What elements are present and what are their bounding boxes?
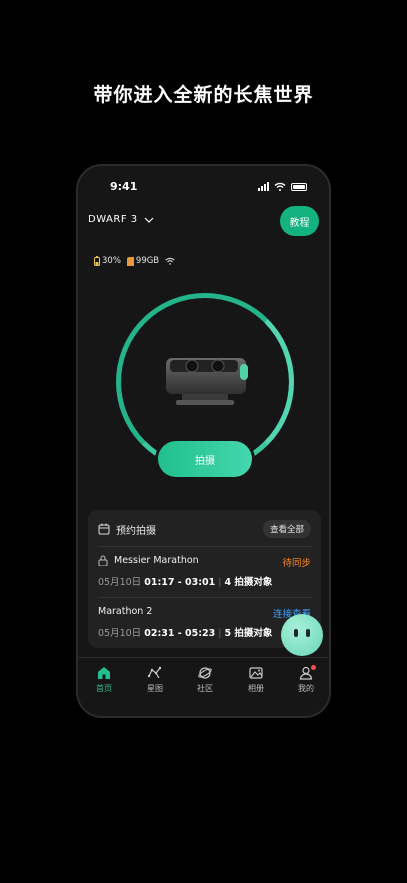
schedule-item-name: Messier Marathon <box>114 555 199 566</box>
tab-label: 相册 <box>248 684 264 693</box>
tab-label: 我的 <box>298 684 314 693</box>
battery-icon <box>291 182 307 191</box>
promo-headline: 带你进入全新的长焦世界 <box>93 84 314 106</box>
assistant-bot-button[interactable] <box>281 614 323 656</box>
battery-value: 30% <box>102 256 121 266</box>
phone-frame: 9:41 DWARF 3 教程 30% 99GB 拍摄 预约拍摄 查看全部 Me… <box>76 164 331 718</box>
divider <box>98 597 311 598</box>
chevron-down-icon <box>144 217 154 223</box>
tab-album[interactable]: 相册 <box>236 666 276 694</box>
schedule-item-date: 05月10日 <box>98 628 142 639</box>
signal-icon <box>258 182 269 191</box>
schedule-item[interactable]: Marathon 2 连接查看 05月10日 02:31 - 05:23 | 5 拍… <box>98 606 311 639</box>
telescope-camera-image <box>166 358 248 405</box>
tab-home[interactable]: 首页 <box>84 666 124 694</box>
device-stats: 30% 99GB <box>94 256 175 266</box>
schedule-item-name: Marathon 2 <box>98 606 153 617</box>
device-name: DWARF 3 <box>88 214 138 225</box>
schedule-item-time: 02:31 - 05:23 <box>144 628 216 639</box>
tab-star-map[interactable]: 星图 <box>135 666 175 694</box>
status-bar: 9:41 <box>78 180 329 196</box>
tab-label: 星图 <box>147 684 163 693</box>
home-icon <box>98 667 110 679</box>
tutorial-button[interactable]: 教程 <box>280 206 319 236</box>
schedule-item[interactable]: Messier Marathon 待同步 05月10日 01:17 - 03:0… <box>98 555 311 588</box>
tab-label: 首页 <box>96 684 112 693</box>
tab-profile[interactable]: 我的 <box>286 665 326 694</box>
shoot-button[interactable]: 拍摄 <box>158 441 252 477</box>
constellation-icon <box>148 666 162 679</box>
storage-value: 99GB <box>135 256 160 266</box>
schedule-item-targets: 5 拍摄对象 <box>224 628 273 639</box>
image-icon <box>249 667 263 679</box>
schedule-title: 预约拍摄 <box>116 525 156 537</box>
notification-dot <box>311 665 316 670</box>
device-selector[interactable]: DWARF 3 <box>88 214 154 225</box>
sd-card-icon <box>126 256 134 266</box>
tab-bar: 首页 星图 社区 相册 我的 <box>78 657 329 716</box>
battery-level-icon <box>94 256 100 266</box>
divider <box>98 546 311 547</box>
calendar-icon <box>98 523 110 535</box>
schedule-item-date: 05月10日 <box>98 577 142 588</box>
schedule-item-targets: 4 拍摄对象 <box>224 577 273 588</box>
schedule-item-status: 待同步 <box>282 558 311 569</box>
view-all-button[interactable]: 查看全部 <box>262 520 311 538</box>
wifi-status-icon <box>165 257 175 265</box>
tab-label: 社区 <box>197 684 213 693</box>
tab-community[interactable]: 社区 <box>185 666 225 694</box>
schedule-item-time: 01:17 - 03:01 <box>144 577 216 588</box>
wifi-icon <box>274 182 286 191</box>
planet-icon <box>198 667 212 679</box>
lock-icon <box>98 555 108 566</box>
status-time: 9:41 <box>110 180 138 193</box>
